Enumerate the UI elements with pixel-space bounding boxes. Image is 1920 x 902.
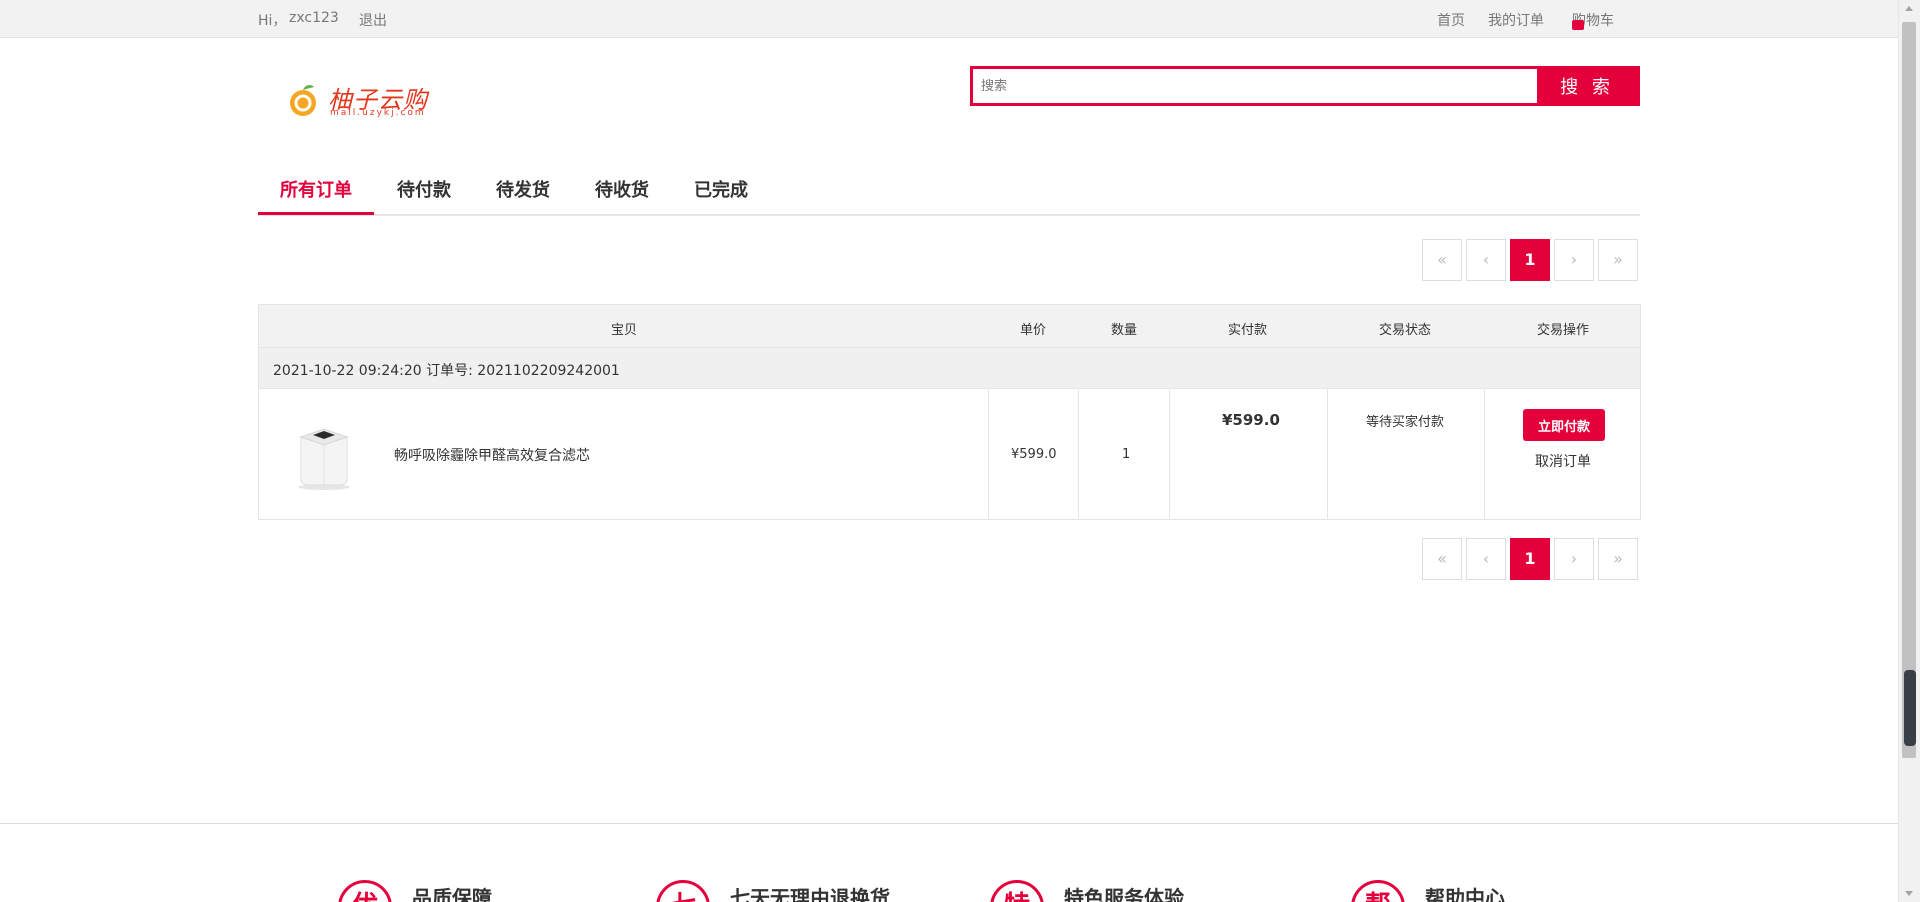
footer-divider — [0, 823, 1899, 824]
page: Hi， zxc123 退出 首页 我的订单 购物车 柚子云购 mall.uzyk… — [0, 0, 1899, 902]
cancel-order-link[interactable]: 取消订单 — [1535, 451, 1591, 471]
order-header: 2021-10-22 09:24:20 订单号: 202110220924200… — [258, 348, 1641, 388]
order-status: 等待买家付款 — [1366, 415, 1445, 430]
scrollbar-thumb[interactable] — [1902, 22, 1916, 758]
site-logo[interactable]: 柚子云购 mall.uzykj.com — [286, 78, 446, 122]
logout-link[interactable]: 退出 — [359, 10, 387, 30]
scroll-down-arrow-icon[interactable] — [1905, 891, 1913, 896]
last-page-button[interactable]: » — [1598, 538, 1638, 580]
unit-price: ¥599.0 — [1011, 447, 1057, 462]
username[interactable]: zxc123 — [289, 10, 339, 26]
orange-logo-icon — [290, 85, 316, 116]
product-image[interactable] — [289, 417, 359, 491]
home-link[interactable]: 首页 — [1437, 10, 1465, 30]
search-button[interactable]: 搜 索 — [1537, 69, 1637, 103]
quality-icon: 优 — [338, 880, 392, 902]
tab-pending-payment[interactable]: 待付款 — [397, 176, 451, 216]
pay-now-button[interactable]: 立即付款 — [1523, 409, 1605, 441]
order-date-number: 2021-10-22 09:24:20 订单号: 202110220924200… — [273, 363, 620, 379]
footer-label: 帮助中心 — [1425, 886, 1505, 902]
column-divider — [988, 389, 989, 519]
active-tab-indicator — [258, 212, 374, 215]
logo-domain: mall.uzykj.com — [330, 108, 426, 118]
cart-icon — [1572, 20, 1584, 30]
table-header: 宝贝 单价 数量 实付款 交易状态 交易操作 — [258, 304, 1641, 348]
tab-pending-shipment[interactable]: 待发货 — [496, 176, 550, 216]
cart-link[interactable]: 购物车 — [1572, 10, 1614, 30]
tab-all-orders[interactable]: 所有订单 — [280, 176, 352, 216]
column-divider — [1484, 389, 1485, 519]
search-input[interactable] — [973, 69, 1543, 103]
col-status: 交易状态 — [1379, 323, 1432, 338]
col-quantity: 数量 — [1111, 323, 1138, 338]
search-box: 搜 索 — [970, 66, 1640, 106]
pagination-bottom: « ‹ 1 › » — [1422, 538, 1640, 580]
first-page-button[interactable]: « — [1422, 239, 1462, 281]
floating-widget[interactable] — [1904, 670, 1916, 746]
footer-label: 品质保障 — [412, 886, 492, 902]
return-icon: 七 — [656, 880, 710, 902]
footer-label: 七天无理由退换货 — [730, 886, 890, 902]
table-row: 畅呼吸除霾除甲醛高效复合滤芯 ¥599.0 1 ¥599.0 等待买家付款 立即… — [258, 388, 1641, 520]
pagination-top: « ‹ 1 › » — [1422, 239, 1640, 281]
next-page-button[interactable]: › — [1554, 538, 1594, 580]
col-actions: 交易操作 — [1537, 323, 1590, 338]
prev-page-button[interactable]: ‹ — [1466, 538, 1506, 580]
prev-page-button[interactable]: ‹ — [1466, 239, 1506, 281]
product-name[interactable]: 畅呼吸除霾除甲醛高效复合滤芯 — [394, 445, 590, 465]
vertical-scrollbar[interactable] — [1898, 0, 1920, 902]
column-divider — [1169, 389, 1170, 519]
service-icon: 特 — [990, 880, 1044, 902]
col-paid: 实付款 — [1228, 323, 1268, 338]
footer-label: 特色服务体验 — [1064, 886, 1184, 902]
page-1-button[interactable]: 1 — [1510, 538, 1550, 580]
tab-pending-receipt[interactable]: 待收货 — [595, 176, 649, 216]
help-icon: 帮 — [1351, 880, 1405, 902]
column-divider — [1327, 389, 1328, 519]
paid-amount: ¥599.0 — [1222, 411, 1280, 429]
order-tabs: 所有订单 待付款 待发货 待收货 已完成 — [258, 168, 1640, 216]
next-page-button[interactable]: › — [1554, 239, 1594, 281]
first-page-button[interactable]: « — [1422, 538, 1462, 580]
page-1-button[interactable]: 1 — [1510, 239, 1550, 281]
greeting-text: Hi， — [258, 13, 287, 29]
scroll-up-arrow-icon[interactable] — [1905, 6, 1913, 11]
quantity: 1 — [1122, 447, 1131, 462]
last-page-button[interactable]: » — [1598, 239, 1638, 281]
top-bar: Hi， zxc123 退出 首页 我的订单 购物车 — [0, 0, 1899, 38]
column-divider — [1078, 389, 1079, 519]
col-unit-price: 单价 — [1020, 323, 1047, 338]
my-orders-link[interactable]: 我的订单 — [1488, 10, 1544, 30]
col-item: 宝贝 — [611, 323, 638, 338]
tab-completed[interactable]: 已完成 — [694, 176, 748, 216]
